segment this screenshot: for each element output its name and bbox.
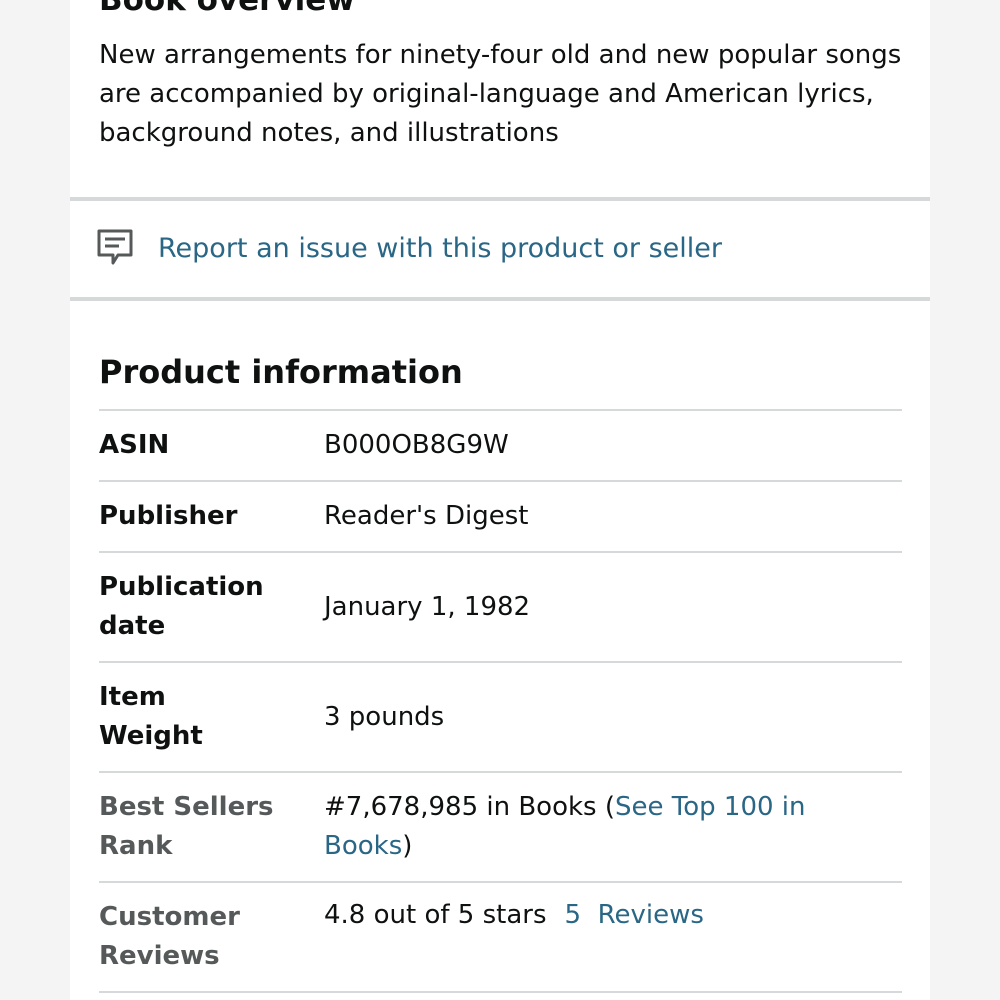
row-label: ASIN <box>99 430 170 460</box>
row-label: Item Weight <box>99 682 203 751</box>
table-row: ASIN B000OB8G9W <box>99 410 902 481</box>
book-overview-text: New arrangements for ninety-four old and… <box>99 40 902 148</box>
row-label: Publication date <box>99 572 264 641</box>
row-label: Best Sellers Rank <box>99 792 274 861</box>
report-issue-label: Report an issue with this product or sel… <box>158 232 723 264</box>
product-page: Book overview New arrangements for ninet… <box>70 0 930 1000</box>
row-value: Reader's Digest <box>324 501 529 531</box>
see-top-100-link[interactable]: See Top 100 in <box>615 792 806 822</box>
table-row: Customer Reviews 4.8 out of 5 stars 5 Revi… <box>99 882 902 992</box>
row-value: 3 pounds <box>324 701 445 732</box>
table-row: Publisher Reader's Digest <box>99 481 902 552</box>
book-overview-title: Book overview <box>99 0 355 18</box>
rating-text: 4.8 out of 5 stars <box>324 900 547 930</box>
customer-reviews-value: 4.8 out of 5 stars 5 Reviews <box>324 882 902 992</box>
row-label: Customer Reviews <box>99 902 240 971</box>
books-category-link[interactable]: Books <box>324 831 402 861</box>
report-issue-icon <box>96 228 134 268</box>
reviews-link[interactable]: 5 Reviews <box>565 900 704 930</box>
rank-suffix: ) <box>402 831 413 861</box>
report-issue-link[interactable]: Report an issue with this product or sel… <box>96 228 722 268</box>
product-information-table: ASIN B000OB8G9W Publisher Reader's Diges… <box>99 409 902 993</box>
divider <box>70 197 930 201</box>
rank-prefix: #7,678,985 in Books ( <box>324 792 616 822</box>
best-sellers-rank-value: #7,678,985 in Books (See Top 100 in Books… <box>324 772 902 882</box>
row-value: January 1, 1982 <box>324 591 531 622</box>
table-row: Publication date January 1, 1982 <box>99 552 902 662</box>
divider <box>70 297 930 301</box>
table-row: Best Sellers Rank #7,678,985 in Books (Se… <box>99 772 902 882</box>
product-information-title: Product information <box>99 353 463 391</box>
row-value: B000OB8G9W <box>324 430 509 460</box>
table-row: Item Weight 3 pounds <box>99 662 902 772</box>
row-label: Publisher <box>99 501 238 531</box>
book-overview-section: Book overview New arrangements for ninet… <box>99 0 909 153</box>
